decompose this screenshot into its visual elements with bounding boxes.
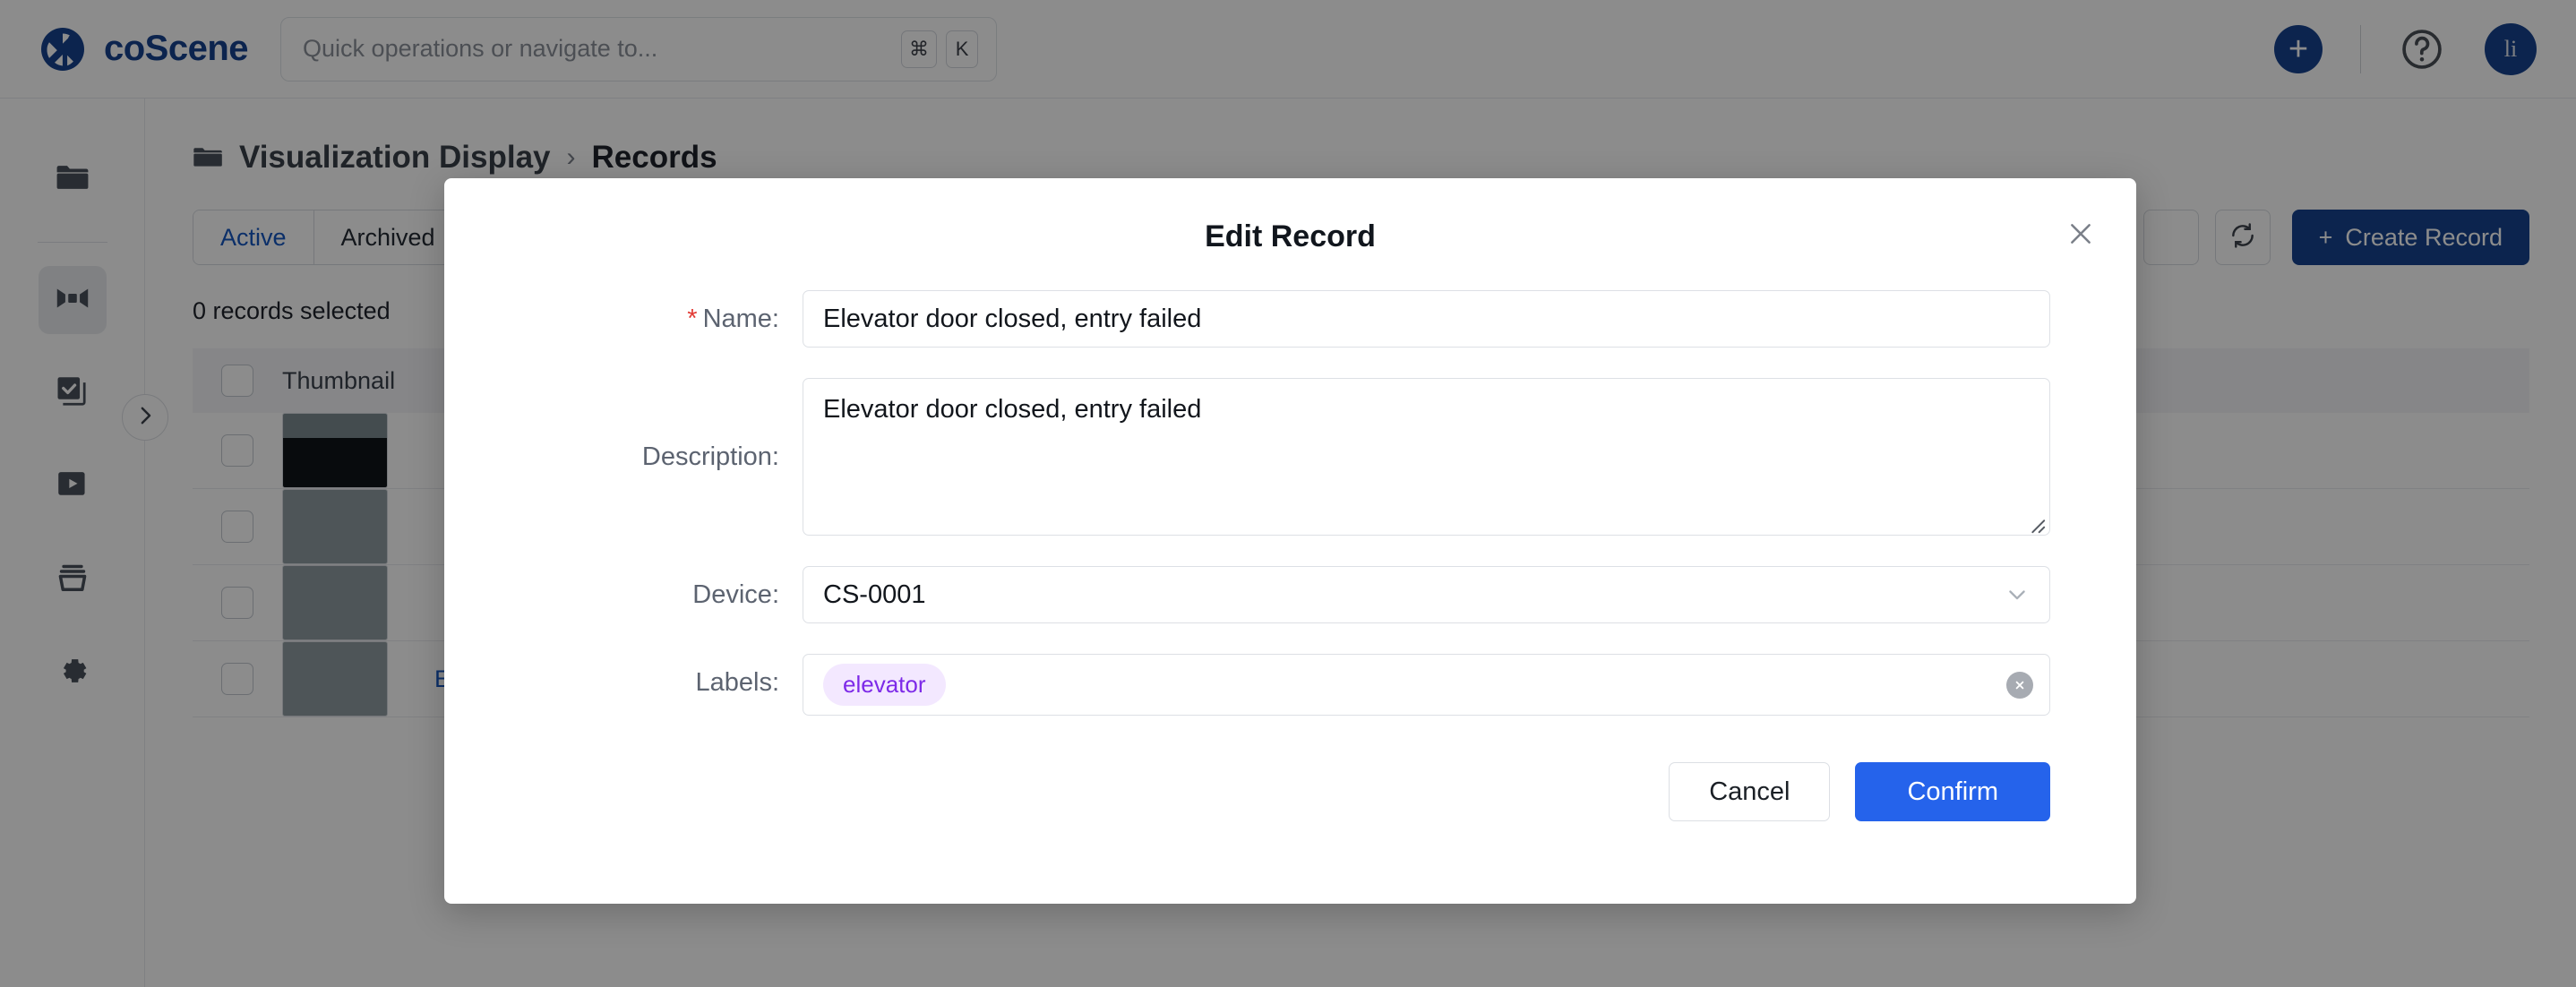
required-asterisk: *	[687, 305, 698, 333]
edit-record-form: * Name: Elevator door closed, entry faile…	[444, 290, 2136, 716]
dialog-title: Edit Record	[1205, 219, 1376, 253]
confirm-button[interactable]: Confirm	[1855, 762, 2050, 821]
field-device: Device: CS-0001	[444, 566, 2050, 623]
name-input[interactable]: Elevator door closed, entry failed	[803, 290, 2050, 348]
edit-record-dialog: Edit Record * Name: Elevator door closed,…	[444, 178, 2136, 904]
resize-grip-icon[interactable]	[2026, 511, 2046, 534]
field-labels-label: Labels:	[695, 668, 779, 697]
clear-circle-icon[interactable]	[2006, 671, 2033, 699]
name-input-value: Elevator door closed, entry failed	[823, 304, 1202, 333]
labels-input[interactable]: elevator	[803, 654, 2050, 716]
chevron-down-icon	[2005, 582, 2030, 607]
field-labels-control: elevator	[803, 654, 2050, 716]
field-device-control: CS-0001	[803, 566, 2050, 623]
device-select-value: CS-0001	[823, 579, 926, 609]
application-root: coScene Quick operations or navigate to.…	[0, 0, 2576, 987]
device-select[interactable]: CS-0001	[803, 566, 2050, 623]
field-description-control: Elevator door closed, entry failed	[803, 378, 2050, 536]
cancel-button[interactable]: Cancel	[1669, 762, 1831, 821]
field-name-control: Elevator door closed, entry failed	[803, 290, 2050, 348]
close-icon[interactable]	[2063, 216, 2099, 252]
label-chip[interactable]: elevator	[823, 664, 946, 706]
dialog-actions: Cancel Confirm	[444, 762, 2136, 821]
field-name-label-text: Name:	[702, 305, 779, 333]
field-description-label: Description:	[641, 442, 779, 471]
description-textarea[interactable]: Elevator door closed, entry failed	[803, 378, 2050, 536]
field-name: * Name: Elevator door closed, entry faile…	[444, 290, 2050, 348]
field-description: Description: Elevator door closed, entry…	[444, 378, 2050, 536]
field-name-label: * Name:	[444, 290, 803, 348]
field-device-label: Device:	[692, 580, 779, 609]
description-value: Elevator door closed, entry failed	[823, 395, 1202, 424]
field-labels: Labels: elevator	[444, 654, 2050, 716]
